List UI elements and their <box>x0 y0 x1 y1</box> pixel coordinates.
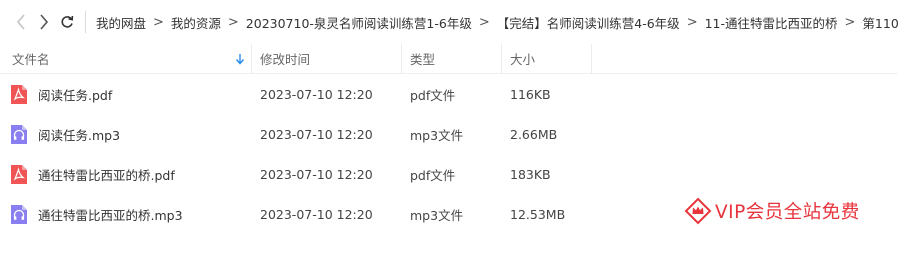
file-name[interactable]: 通往特雷比西亚的桥.mp3 <box>38 205 183 224</box>
chevron-right-icon <box>39 14 49 30</box>
file-type: mp3文件 <box>410 207 464 223</box>
file-row[interactable]: 阅读任务.mp3 2023-07-10 12:20 mp3文件 2.66MB <box>0 114 898 154</box>
file-name-cell: 阅读任务.mp3 <box>0 114 252 154</box>
refresh-icon <box>60 15 74 29</box>
file-size: 116KB <box>510 86 551 102</box>
file-size: 2.66MB <box>510 126 558 142</box>
audio-file-icon <box>10 124 27 144</box>
breadcrumb-separator: > <box>478 14 490 30</box>
sort-arrow-down-icon[interactable] <box>235 53 245 65</box>
navigation-bar: 我的网盘 > 我的资源 > 20230710-泉灵名师阅读训练营1-6年级 > … <box>0 0 898 44</box>
file-name-cell: 阅读任务.pdf <box>0 74 252 114</box>
file-type: pdf文件 <box>410 87 456 103</box>
forward-button[interactable] <box>33 7 54 37</box>
file-type: pdf文件 <box>410 167 456 183</box>
breadcrumb-item[interactable]: 【完结】名师阅读训练营4-6年级 <box>497 13 680 32</box>
breadcrumb-item[interactable]: 11-通往特雷比西亚的桥 <box>705 13 838 32</box>
file-name-cell: 通往特雷比西亚的桥.pdf <box>0 154 252 194</box>
vip-promo-text: VIP会员全站免费 <box>715 202 860 223</box>
breadcrumb-separator: > <box>844 14 856 30</box>
column-header-mtime[interactable]: 修改时间 <box>252 43 402 74</box>
file-size: 183KB <box>510 166 551 182</box>
refresh-button[interactable] <box>56 7 77 37</box>
file-mtime: 2023-07-10 12:20 <box>260 86 373 102</box>
file-name[interactable]: 阅读任务.pdf <box>38 85 112 104</box>
breadcrumb-separator: > <box>152 14 164 30</box>
breadcrumb-separator: > <box>686 14 698 30</box>
file-name[interactable]: 通往特雷比西亚的桥.pdf <box>38 165 175 184</box>
column-header-name-label: 文件名 <box>12 52 50 67</box>
column-header-name[interactable]: 文件名 <box>0 43 252 74</box>
breadcrumb-item[interactable]: 我的资源 <box>171 13 221 32</box>
vip-promo-banner[interactable]: VIP会员全站免费 <box>677 187 880 235</box>
vip-crown-logo-icon <box>683 196 713 226</box>
column-header-type[interactable]: 类型 <box>402 43 502 74</box>
file-mtime: 2023-07-10 12:20 <box>260 126 373 142</box>
audio-file-icon <box>10 204 27 224</box>
nav-divider <box>85 11 86 33</box>
column-header-mtime-label: 修改时间 <box>260 52 311 67</box>
file-mtime: 2023-07-10 12:20 <box>260 166 373 182</box>
breadcrumb-item-current[interactable]: 第110天 <box>862 13 898 32</box>
chevron-left-icon <box>16 14 26 30</box>
breadcrumb: 我的网盘 > 我的资源 > 20230710-泉灵名师阅读训练营1-6年级 > … <box>96 13 898 32</box>
file-size: 12.53MB <box>510 206 566 222</box>
column-header-type-label: 类型 <box>410 52 436 67</box>
file-list-header: 文件名 修改时间 类型 大小 <box>0 43 898 74</box>
column-header-size[interactable]: 大小 <box>502 43 592 74</box>
pdf-icon <box>10 84 27 104</box>
file-row[interactable]: 阅读任务.pdf 2023-07-10 12:20 pdf文件 116KB <box>0 74 898 114</box>
breadcrumb-item[interactable]: 我的网盘 <box>96 13 146 32</box>
breadcrumb-item[interactable]: 20230710-泉灵名师阅读训练营1-6年级 <box>246 13 472 32</box>
breadcrumb-separator: > <box>227 14 239 30</box>
file-name[interactable]: 阅读任务.mp3 <box>38 125 120 144</box>
file-type: mp3文件 <box>410 127 464 143</box>
column-header-size-label: 大小 <box>510 52 536 67</box>
file-name-cell: 通往特雷比西亚的桥.mp3 <box>0 194 252 234</box>
file-mtime: 2023-07-10 12:20 <box>260 206 373 222</box>
pdf-icon <box>10 164 27 184</box>
back-button[interactable] <box>10 7 31 37</box>
